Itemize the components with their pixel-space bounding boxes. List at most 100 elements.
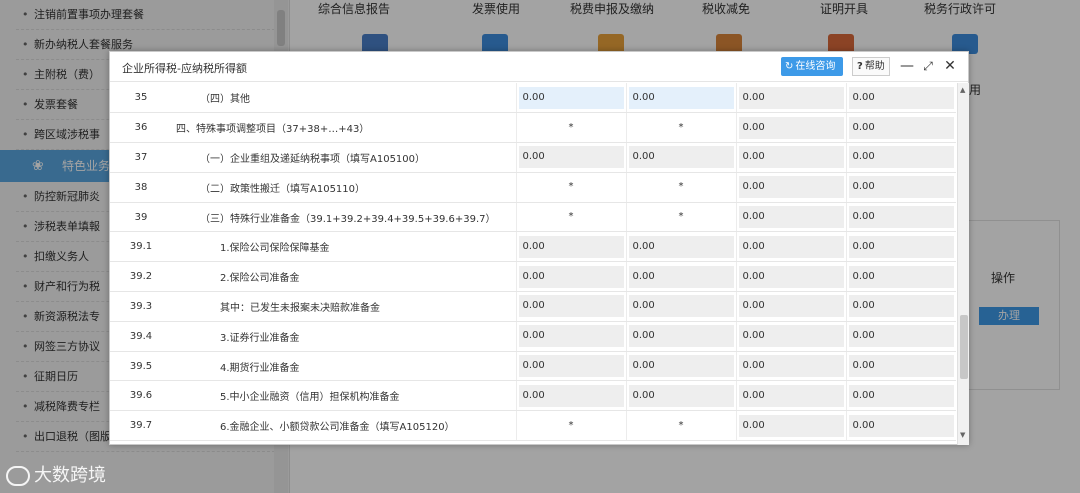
maximize-icon[interactable]: ⤢ [920,57,936,75]
value-cell: * [625,172,736,203]
watermark-text: 大数跨境 [34,465,106,486]
modal-body: 35 （四）其他 0.00 0.00 0.00 0.00 36 四、特殊事项调整项目（37+3… [110,83,956,445]
table-row: 39.6 5.中小企业融资（信用）担保机构准备金 0.00 0.00 0.00 0.00 [110,380,956,412]
value-cell: 0.00 [845,142,956,173]
row-number: 39.3 [110,291,172,322]
amount-readonly: 0.00 [738,384,844,407]
row-label: 4.期货行业准备金 [172,351,516,382]
value-cell: 0.00 [735,351,846,382]
value-cell: * [515,410,626,442]
value-cell: 0.00 [515,231,626,263]
modal-scrollbar[interactable]: ▲ ▼ [957,83,969,445]
row-label-text: 6.金融企业、小额贷款公司准备金（填写A105120） [220,422,455,434]
amount-readonly: 0.00 [738,325,844,348]
value-cell: 0.00 [735,321,846,352]
amount-input[interactable]: 0.00 [518,86,624,109]
amount-readonly: 0.00 [848,265,954,288]
tax-table: 35 （四）其他 0.00 0.00 0.00 0.00 36 四、特殊事项调整项目（37+3… [110,83,956,442]
value-cell: 0.00 [625,261,736,293]
table-row: 39.7 6.金融企业、小额贷款公司准备金（填写A105120） * * 0.00 0.0… [110,410,956,442]
value-cell: 0.00 [735,112,846,144]
value-cell: 0.00 [515,351,626,382]
table-row: 39 （三）特殊行业准备金（39.1+39.2+39.4+39.5+39.6+39… [110,202,956,233]
row-number: 39.5 [110,351,172,382]
amount-input[interactable]: 0.00 [628,86,734,109]
value-cell: 0.00 [845,351,956,382]
amount-readonly: 0.00 [518,355,624,378]
value-cell: 0.00 [625,351,736,382]
table-row: 38 （二）政策性搬迁（填写A105110） * * 0.00 0.00 [110,172,956,203]
amount-readonly: 0.00 [848,86,954,109]
value-cell: 0.00 [735,231,846,263]
row-label-text: 1.保险公司保险保障基金 [220,243,330,255]
table-row: 36 四、特殊事项调整项目（37+38+…+43） * * 0.00 0.00 [110,112,956,144]
row-number: 36 [110,112,172,144]
amount-readonly: 0.00 [518,235,624,258]
value-cell: * [625,410,736,442]
minimize-icon[interactable]: — [899,57,915,75]
amount-readonly: 0.00 [738,295,844,318]
value-cell: * [515,112,626,144]
value-cell: * [625,202,736,233]
online-consult-label: 在线咨询 [795,61,836,72]
value-cell: 0.00 [735,172,846,203]
close-icon[interactable]: ✕ [942,57,958,75]
value-cell: 0.00 [735,142,846,173]
value-cell: 0.00 [845,410,956,442]
amount-readonly: 0.00 [518,384,624,407]
value-cell: 0.00 [845,112,956,144]
help-button[interactable]: ? 帮助 [852,57,890,76]
watermark-logo-icon [6,466,30,486]
value-cell: 0.00 [515,291,626,322]
not-applicable-mark: * [628,206,734,229]
value-cell: 0.00 [735,83,846,114]
not-applicable-mark: * [518,206,624,229]
online-consult-button[interactable]: ↻ 在线咨询 [781,57,843,76]
amount-readonly: 0.00 [738,206,844,229]
value-cell: 0.00 [845,202,956,233]
not-applicable-mark: * [518,176,624,199]
amount-readonly: 0.00 [848,206,954,229]
amount-readonly: 0.00 [628,325,734,348]
value-cell: * [515,172,626,203]
amount-readonly: 0.00 [738,116,844,139]
value-cell: * [515,202,626,233]
not-applicable-mark: * [628,414,734,437]
row-label-text: （四）其他 [200,94,250,106]
value-cell: * [625,112,736,144]
modal-scroll-thumb[interactable] [960,315,968,379]
amount-readonly: 0.00 [738,146,844,169]
amount-readonly: 0.00 [518,295,624,318]
row-label-text: 2.保险公司准备金 [220,273,300,285]
question-icon: ? [857,61,863,72]
value-cell: 0.00 [625,231,736,263]
amount-readonly: 0.00 [628,235,734,258]
not-applicable-mark: * [628,176,734,199]
table-row: 39.2 2.保险公司准备金 0.00 0.00 0.00 0.00 [110,261,956,293]
row-number: 39.2 [110,261,172,293]
scroll-up-icon[interactable]: ▲ [960,86,965,94]
row-number: 35 [110,83,172,114]
value-cell: 0.00 [515,142,626,173]
amount-readonly: 0.00 [628,384,734,407]
amount-readonly: 0.00 [738,176,844,199]
row-label: （四）其他 [172,83,516,114]
value-cell: 0.00 [735,291,846,322]
amount-readonly: 0.00 [848,384,954,407]
row-label-text: 3.证券行业准备金 [220,332,300,344]
row-label: 2.保险公司准备金 [172,261,516,293]
amount-readonly: 0.00 [738,414,844,437]
table-row: 39.4 3.证券行业准备金 0.00 0.00 0.00 0.00 [110,321,956,352]
not-applicable-mark: * [518,414,624,437]
scroll-down-icon[interactable]: ▼ [960,431,965,439]
row-number: 39.4 [110,321,172,352]
amount-readonly: 0.00 [848,116,954,139]
value-cell: 0.00 [625,83,736,114]
modal-dialog: 企业所得税-应纳税所得额 ↻ 在线咨询 ? 帮助 — ⤢ ✕ 35 （四）其他 0.00… [109,51,969,445]
row-label-text: 其中：已发生未报案未决赔款准备金 [220,302,380,314]
amount-readonly: 0.00 [738,265,844,288]
table-row: 39.1 1.保险公司保险保障基金 0.00 0.00 0.00 0.00 [110,231,956,263]
not-applicable-mark: * [628,116,734,139]
amount-readonly: 0.00 [628,295,734,318]
refresh-chat-icon: ↻ [785,61,794,72]
